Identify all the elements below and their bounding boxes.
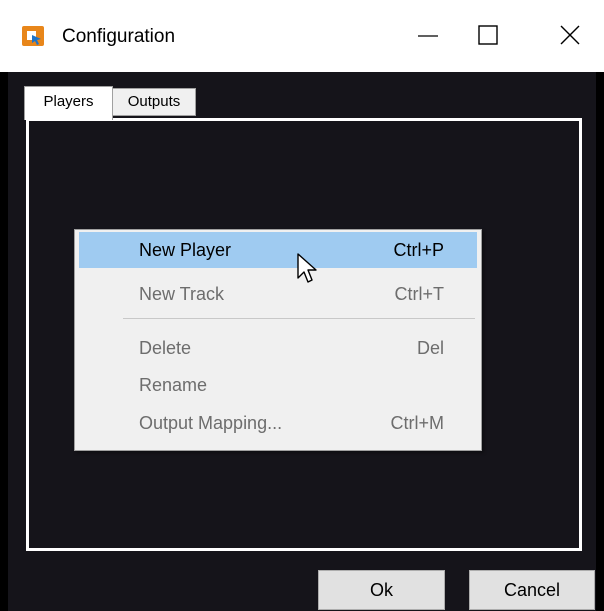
menu-item-output-mapping[interactable]: Output Mapping... Ctrl+M <box>79 405 477 441</box>
maximize-icon <box>478 25 498 45</box>
window-title: Configuration <box>62 26 176 47</box>
menu-item-shortcut: Ctrl+P <box>393 240 444 260</box>
menu-item-rename[interactable]: Rename <box>79 367 477 403</box>
menu-item-label: Delete <box>139 338 192 358</box>
maximize-button[interactable] <box>458 14 518 56</box>
menu-item-label: New Track <box>139 284 225 304</box>
menu-item-shortcut: Ctrl+M <box>390 413 445 433</box>
tab-outputs[interactable]: Outputs <box>112 88 196 116</box>
mouse-cursor-icon <box>297 253 317 283</box>
title-bar[interactable]: Configuration <box>0 0 604 72</box>
menu-item-label: New Player <box>139 240 232 260</box>
close-button[interactable] <box>542 14 598 56</box>
menu-item-shortcut: Ctrl+T <box>394 284 445 304</box>
menu-item-new-track[interactable]: New Track Ctrl+T <box>79 276 477 312</box>
menu-item-label: Output Mapping... <box>139 413 283 433</box>
menu-item-new-player[interactable]: New Player Ctrl+P <box>79 232 477 268</box>
close-icon <box>560 25 580 45</box>
menu-separator <box>123 318 475 319</box>
tab-players[interactable]: Players <box>24 86 113 120</box>
app-icon <box>22 26 44 46</box>
cancel-button[interactable]: Cancel <box>469 570 595 610</box>
menu-item-shortcut: Del <box>416 338 444 358</box>
configuration-window: Configuration Outputs Players New Player… <box>0 0 604 611</box>
menu-item-label: Rename <box>139 375 208 395</box>
menu-item-delete[interactable]: Delete Del <box>79 330 477 366</box>
minimize-button[interactable] <box>398 14 458 56</box>
context-menu: New Player Ctrl+P New Track Ctrl+T Delet… <box>74 229 482 451</box>
ok-button[interactable]: Ok <box>318 570 445 610</box>
minimize-icon <box>418 35 438 37</box>
